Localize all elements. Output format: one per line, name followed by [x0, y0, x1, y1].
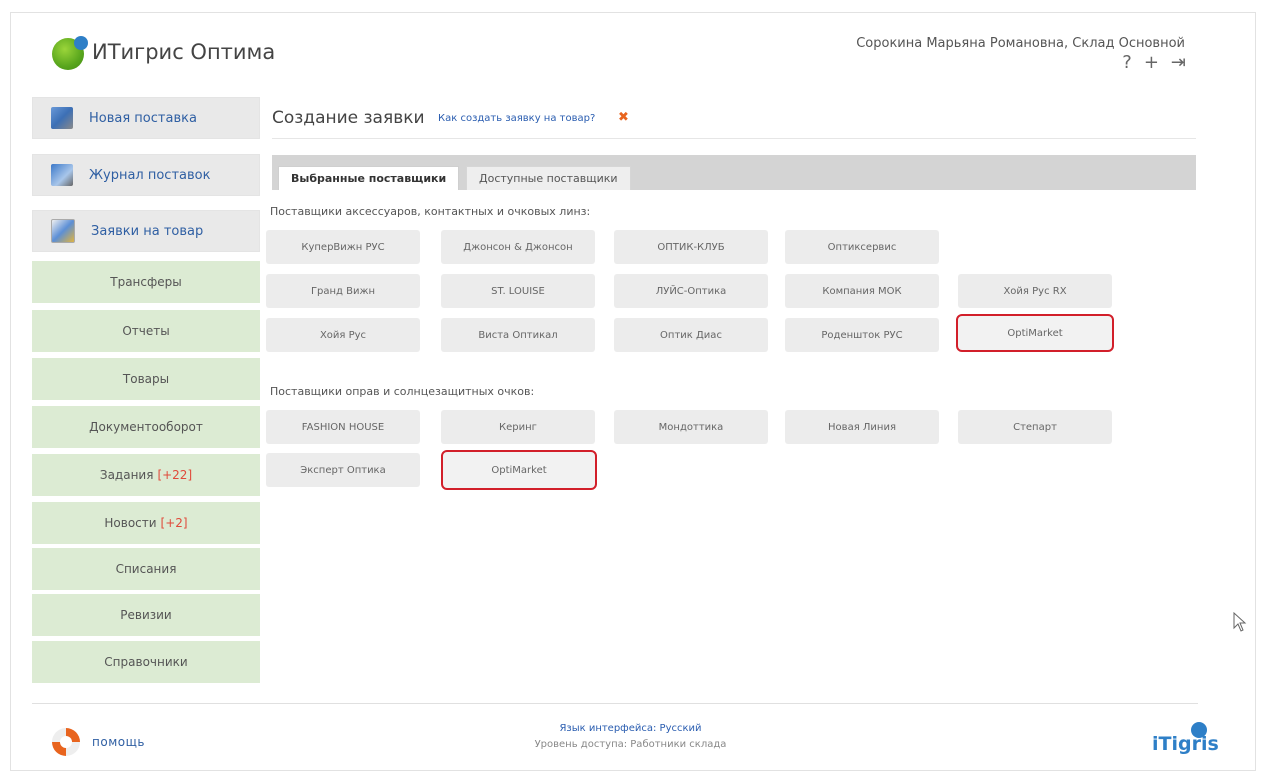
tab-available-suppliers[interactable]: Доступные поставщики — [466, 166, 631, 190]
supplier-button[interactable]: Керинг — [441, 410, 595, 444]
page-title: Создание заявки — [272, 108, 425, 128]
sidebar-item-label: Журнал поставок — [89, 167, 211, 183]
supplier-button[interactable]: Виста Оптикал — [441, 318, 595, 352]
help-icon[interactable]: ? — [1122, 52, 1132, 73]
supplier-button[interactable]: Хойя Рус RX — [958, 274, 1112, 308]
news-count-badge: [+2] — [160, 516, 188, 530]
sidebar-item-label: Ревизии — [120, 608, 172, 622]
logout-icon[interactable]: ⇥ — [1171, 52, 1186, 73]
app-title: ИТигрис Оптима — [92, 40, 276, 64]
supplier-button[interactable]: Эксперт Оптика — [266, 453, 420, 487]
sidebar-item-transfers[interactable]: Трансферы — [32, 261, 260, 303]
sidebar-item-label: Новости — [104, 516, 157, 530]
footer-divider — [32, 703, 1198, 704]
access-level: Уровень доступа: Работники склада — [534, 739, 727, 750]
supplier-button[interactable]: Гранд Вижн — [266, 274, 420, 308]
supplier-button[interactable]: Хойя Рус — [266, 318, 420, 352]
supplier-button[interactable]: Мондоттика — [614, 410, 768, 444]
sidebar-item-label: Трансферы — [110, 275, 182, 289]
sidebar-item-label: Новая поставка — [89, 110, 197, 126]
sidebar-item-document-flow[interactable]: Документооборот — [32, 406, 260, 448]
sidebar-item-audits[interactable]: Ревизии — [32, 594, 260, 636]
sidebar-item-label: Документооборот — [89, 420, 203, 434]
tasks-count-badge: [+22] — [157, 468, 193, 482]
supplier-button[interactable]: Новая Линия — [785, 410, 939, 444]
supplier-button[interactable]: FASHION HOUSE — [266, 410, 420, 444]
how-to-create-order-link[interactable]: Как создать заявку на товар? — [438, 113, 595, 124]
tab-selected-suppliers[interactable]: Выбранные поставщики — [278, 166, 460, 190]
sidebar-item-label: Задания — [99, 468, 154, 482]
supplier-button[interactable]: ЛУЙС-Оптика — [614, 274, 768, 308]
sidebar-item-label: Справочники — [104, 655, 188, 669]
supplier-button[interactable]: Оптиксервис — [785, 230, 939, 264]
header-toolbar: ? + ⇥ — [1122, 52, 1186, 73]
sidebar-item-label: Списания — [115, 562, 177, 576]
user-info[interactable]: Сорокина Марьяна Романовна, Склад Основн… — [856, 36, 1185, 51]
section-lens-suppliers-label: Поставщики аксессуаров, контактных и очк… — [270, 205, 591, 218]
sidebar-item-label: Товары — [122, 372, 170, 386]
sidebar-item-write-offs[interactable]: Списания — [32, 548, 260, 590]
sidebar-item-directories[interactable]: Справочники — [32, 641, 260, 683]
order-icon — [51, 219, 75, 243]
supplier-button[interactable]: КуперВижн РУС — [266, 230, 420, 264]
supplier-button[interactable]: Роденшток РУС — [785, 318, 939, 352]
journal-icon — [51, 164, 73, 186]
sidebar-item-product-orders[interactable]: Заявки на товар — [32, 210, 260, 252]
supplier-button[interactable]: ОПТИК-КЛУБ — [614, 230, 768, 264]
section-frames-suppliers-label: Поставщики оправ и солнцезащитных очков: — [270, 385, 535, 398]
sidebar-item-new-delivery[interactable]: Новая поставка — [32, 97, 260, 139]
sidebar-item-reports[interactable]: Отчеты — [32, 310, 260, 352]
truck-icon — [51, 107, 73, 129]
supplier-button[interactable]: Оптик Диас — [614, 318, 768, 352]
supplier-button[interactable]: Джонсон & Джонсон — [441, 230, 595, 264]
supplier-button-optimarket-frames[interactable]: OptiMarket — [441, 450, 597, 490]
sidebar-item-label: Отчеты — [122, 324, 170, 338]
supplier-button[interactable]: Компания МОК — [785, 274, 939, 308]
interface-language-link[interactable]: Язык интерфейса: Русский — [559, 723, 701, 734]
app-logo-icon — [52, 36, 88, 70]
interface-language: Язык интерфейса: Русский — [0, 723, 1261, 734]
title-divider — [272, 138, 1196, 139]
supplier-button[interactable]: Степарт — [958, 410, 1112, 444]
sidebar-item-tasks[interactable]: Задания [+22] — [32, 454, 260, 496]
sidebar-item-delivery-journal[interactable]: Журнал поставок — [32, 154, 260, 196]
close-icon[interactable]: ✖ — [618, 110, 629, 125]
sidebar-item-label: Заявки на товар — [91, 223, 204, 239]
sidebar-item-news[interactable]: Новости [+2] — [32, 502, 260, 544]
supplier-button-optimarket-lenses[interactable]: OptiMarket — [956, 314, 1114, 352]
mouse-cursor-icon — [1233, 611, 1247, 636]
brand-logo: iTigris — [1152, 733, 1219, 755]
supplier-button[interactable]: ST. LOUISE — [441, 274, 595, 308]
add-icon[interactable]: + — [1144, 52, 1159, 73]
sidebar-item-products[interactable]: Товары — [32, 358, 260, 400]
